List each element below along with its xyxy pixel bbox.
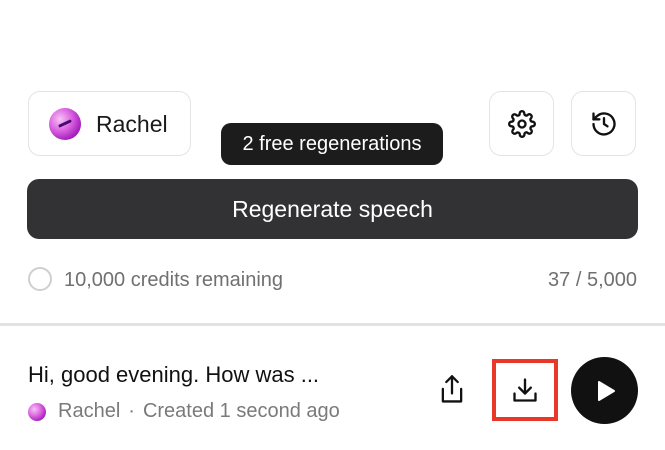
character-count: 37 / 5,000 [548,269,637,291]
voice-avatar [49,108,81,140]
gear-icon [507,109,536,138]
history-icon [591,111,616,136]
voice-avatar-small [28,402,46,421]
history-item-meta: Rachel · Created 1 second ago [28,400,340,423]
settings-button[interactable] [489,91,554,156]
regenerate-speech-button[interactable]: Regenerate speech [27,179,638,239]
history-item-voice: Rachel [58,400,121,422]
share-icon [441,375,463,403]
divider [0,323,665,326]
voice-selector[interactable]: Rachel [28,91,191,156]
voice-name: Rachel [96,111,168,137]
download-button[interactable] [492,359,558,421]
download-icon [513,378,537,402]
play-button[interactable] [571,357,638,424]
free-regenerations-tooltip: 2 free regenerations [221,123,443,165]
history-item-title[interactable]: Hi, good evening. How was ... [28,362,319,388]
meta-separator: · [128,400,135,422]
history-button[interactable] [571,91,636,156]
credits-ring-icon [28,267,52,291]
credits-remaining: 10,000 credits remaining [64,269,284,291]
history-item-created: Created 1 second ago [142,400,340,422]
share-button[interactable] [436,372,468,408]
play-icon [597,380,615,401]
